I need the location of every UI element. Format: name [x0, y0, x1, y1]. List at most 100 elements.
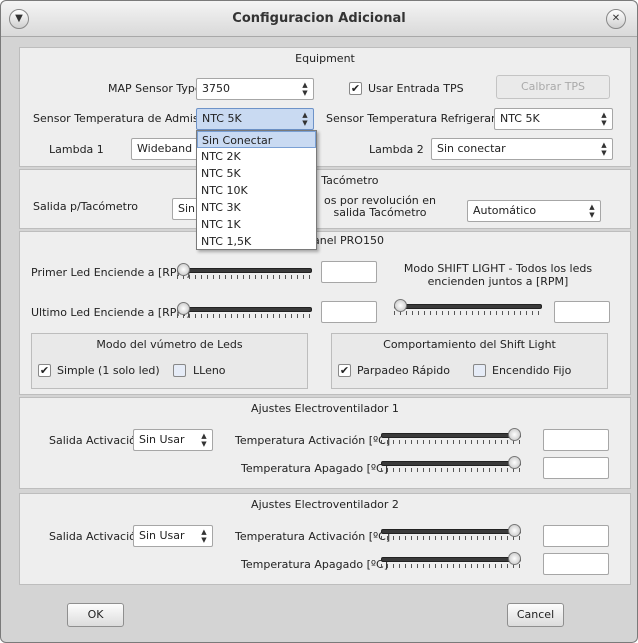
ultimo-led-input[interactable]: [321, 301, 377, 323]
encendido-checkbox[interactable]: [473, 364, 486, 377]
dropdown-item[interactable]: NTC 1,5K: [197, 233, 316, 250]
dialog-window: ▼ Configuracion Adicional ✕ Equipment MA…: [0, 0, 638, 643]
shift-light-slider[interactable]: [394, 299, 542, 315]
slider-knob[interactable]: [508, 552, 521, 565]
spin-arrows-icon: ▲ ▼: [302, 111, 308, 127]
pulsos-value: Automático: [473, 204, 537, 217]
slider-track: [177, 268, 312, 273]
slider-ticks: [381, 468, 521, 472]
slider-track: [381, 529, 521, 534]
electro2-salida-select[interactable]: Sin Usar ▲ ▼: [133, 525, 213, 547]
vumetro-group: Modo del vúmetro de Leds: [31, 333, 308, 389]
dropdown-item[interactable]: NTC 2K: [197, 148, 316, 165]
electro1-salida-select[interactable]: Sin Usar ▲ ▼: [133, 429, 213, 451]
map-sensor-value: 3750: [202, 82, 230, 95]
sensor-temp-refrig-select[interactable]: NTC 5K ▲ ▼: [494, 108, 613, 130]
sensor-temp-dropdown-list: Sin Conectar NTC 2K NTC 5K NTC 10K NTC 3…: [196, 130, 317, 250]
sensor-temp-admision-select[interactable]: NTC 5K ▲ ▼: [196, 108, 314, 130]
sensor-temp-refrig-value: NTC 5K: [500, 112, 540, 125]
electro2-title: Ajustes Electroventilador 2: [251, 498, 399, 511]
spin-arrows-icon: ▲ ▼: [201, 528, 207, 544]
electro2-temp-apagado-input[interactable]: [543, 553, 609, 575]
sensor-temp-refrig-label: Sensor Temperatura Refrigerante: [326, 112, 510, 125]
slider-track: [381, 557, 521, 562]
electro1-temp-apagado-label: Temperatura Apagado [ºC]: [241, 462, 389, 475]
ultimo-led-label: Ultimo Led Enciende a [RPM]: [31, 306, 191, 319]
simple-checkbox[interactable]: ✔: [38, 364, 51, 377]
spin-arrows-icon: ▲ ▼: [601, 141, 607, 157]
dropdown-item[interactable]: NTC 3K: [197, 199, 316, 216]
slider-ticks: [381, 536, 521, 540]
lleno-checkbox[interactable]: [173, 364, 186, 377]
panel-title: anel PRO150: [313, 234, 384, 247]
close-icon: ✕: [611, 13, 621, 24]
electro1-temp-activacion-label: Temperatura Activación [ºC]: [235, 434, 391, 447]
lambda2-value: Sin conectar: [437, 142, 506, 155]
window-title: Configuracion Adicional: [232, 11, 406, 26]
slider-track: [381, 433, 521, 438]
dropdown-item[interactable]: NTC 5K: [197, 165, 316, 182]
slider-track: [381, 461, 521, 466]
electro1-temp-activacion-slider[interactable]: [381, 428, 521, 444]
comportamiento-group: Comportamiento del Shift Light: [331, 333, 608, 389]
vumetro-title: Modo del vúmetro de Leds: [96, 338, 243, 351]
calibrar-tps-button[interactable]: Calbrar TPS: [496, 75, 610, 99]
encendido-label: Encendido Fijo: [492, 364, 572, 377]
electro1-temp-apagado-input[interactable]: [543, 457, 609, 479]
electro2-temp-activacion-input[interactable]: [543, 525, 609, 547]
slider-track: [177, 307, 312, 312]
slider-ticks: [177, 314, 312, 318]
electro1-temp-apagado-slider[interactable]: [381, 456, 521, 472]
lambda2-label: Lambda 2: [369, 143, 424, 156]
shift-light-input[interactable]: [554, 301, 610, 323]
dropdown-item[interactable]: Sin Conectar: [197, 131, 316, 148]
electro1-salida-label: Salida Activación: [49, 434, 143, 447]
lleno-label: LLeno: [193, 364, 226, 377]
parpadeo-checkbox[interactable]: ✔: [338, 364, 351, 377]
ok-button[interactable]: OK: [67, 603, 124, 627]
close-button[interactable]: ✕: [606, 9, 626, 29]
slider-knob[interactable]: [508, 524, 521, 537]
parpadeo-label: Parpadeo Rápido: [357, 364, 450, 377]
electro2-temp-activacion-slider[interactable]: [381, 524, 521, 540]
sensor-temp-admision-label: Sensor Temperatura de Admisión: [33, 112, 216, 125]
electro2-temp-apagado-slider[interactable]: [381, 552, 521, 568]
usar-tps-checkbox[interactable]: ✔: [349, 82, 362, 95]
electro2-salida-label: Salida Activación: [49, 530, 143, 543]
ultimo-led-slider[interactable]: [177, 302, 312, 318]
electro2-temp-apagado-label: Temperatura Apagado [ºC]: [241, 558, 389, 571]
salida-tacometro-label: Salida p/Tacómetro: [33, 200, 138, 213]
electro1-salida-value: Sin Usar: [139, 433, 185, 446]
spin-arrows-icon: ▲ ▼: [601, 111, 607, 127]
lambda2-select[interactable]: Sin conectar ▲ ▼: [431, 138, 613, 160]
electro1-temp-activacion-input[interactable]: [543, 429, 609, 451]
slider-knob[interactable]: [394, 299, 407, 312]
spin-arrows-icon[interactable]: ▲ ▼: [299, 81, 311, 97]
dropdown-item[interactable]: NTC 1K: [197, 216, 316, 233]
spin-arrows-icon: ▲ ▼: [201, 432, 207, 448]
slider-knob[interactable]: [177, 302, 190, 315]
primer-led-label: Primer Led Enciende a [RPM]: [31, 266, 191, 279]
usar-tps-label: Usar Entrada TPS: [368, 82, 464, 95]
slider-knob[interactable]: [177, 263, 190, 276]
slider-track: [394, 304, 542, 309]
lambda1-select[interactable]: Wideband Ra: [131, 138, 201, 160]
primer-led-slider[interactable]: [177, 263, 312, 279]
map-sensor-spinbox[interactable]: 3750 ▲ ▼: [196, 78, 314, 100]
electro2-temp-activacion-label: Temperatura Activación [ºC]: [235, 530, 391, 543]
slider-ticks: [394, 311, 542, 315]
title-bar: ▼ Configuracion Adicional ✕: [1, 1, 637, 37]
slider-knob[interactable]: [508, 428, 521, 441]
primer-led-input[interactable]: [321, 261, 377, 283]
map-sensor-label: MAP Sensor Type: [108, 82, 202, 95]
slider-knob[interactable]: [508, 456, 521, 469]
comportamiento-title: Comportamiento del Shift Light: [383, 338, 556, 351]
shift-light-label: Modo SHIFT LIGHT - Todos los leds encien…: [403, 262, 593, 288]
cancel-button[interactable]: Cancel: [507, 603, 564, 627]
pulsos-select[interactable]: Automático ▲ ▼: [467, 200, 601, 222]
sensor-temp-admision-value: NTC 5K: [202, 112, 242, 125]
dropdown-item[interactable]: NTC 10K: [197, 182, 316, 199]
electro2-salida-value: Sin Usar: [139, 529, 185, 542]
pulsos-label: os por revolución en salida Tacómetro: [323, 194, 437, 219]
simple-label: Simple (1 solo led): [57, 364, 160, 377]
